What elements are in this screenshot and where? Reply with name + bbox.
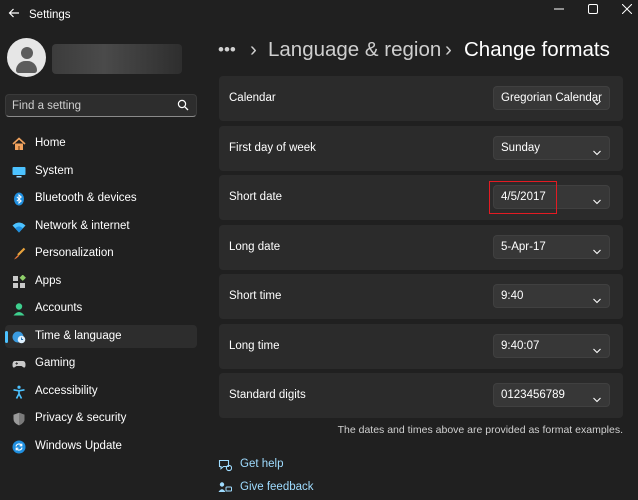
search-box[interactable] [5,94,197,117]
search-input[interactable] [12,98,172,113]
sidebar-item-network[interactable]: Network & internet [5,215,197,238]
breadcrumb-chevron-icon: › [250,38,257,61]
sidebar-item-label: Bluetooth & devices [35,192,137,204]
sidebar-item-gaming[interactable]: Gaming [5,352,197,375]
close-button[interactable] [616,3,638,17]
dropdown-value: Gregorian Calendar [501,92,603,104]
accessibility-icon [12,385,26,399]
avatar-head-shape [20,47,33,59]
chevron-down-icon [593,145,601,156]
format-examples-note: The dates and times above are provided a… [337,424,623,436]
search-icon[interactable] [177,99,189,111]
sidebar-item-home[interactable]: Home [5,132,197,155]
breadcrumb-chevron-icon: › [445,38,452,61]
sidebar-item-label: Privacy & security [35,412,127,424]
sidebar-item-time-language[interactable]: Time & language [5,324,197,348]
setting-row-calendar: Calendar Gregorian Calendar [219,76,623,121]
avatar-body-shape [16,61,37,73]
sidebar-nav: Home System Bluetooth & devices Network … [5,132,197,462]
setting-row-short-time: Short time 9:40 [219,274,623,319]
sidebar-item-apps[interactable]: Apps [5,270,197,293]
apps-icon [12,274,26,289]
sidebar-item-label: Home [35,137,66,149]
long-time-dropdown[interactable]: 9:40:07 [493,334,610,358]
give-feedback-label[interactable]: Give feedback [240,481,314,493]
setting-row-long-date: Long date 5-Apr-17 [219,225,623,270]
chevron-down-icon [593,95,601,106]
breadcrumb-link-language-region[interactable]: Language & region [268,36,441,64]
home-icon [12,137,26,151]
short-time-dropdown[interactable]: 9:40 [493,284,610,308]
chevron-down-icon [593,244,601,255]
calendar-dropdown[interactable]: Gregorian Calendar [493,86,610,110]
sidebar-item-privacy[interactable]: Privacy & security [5,407,197,430]
setting-label: Short time [229,290,282,302]
system-icon [12,165,26,179]
chevron-down-icon [593,392,601,403]
setting-row-short-date: Short date 4/5/2017 [219,175,623,220]
setting-row-first-day-of-week: First day of week Sunday [219,126,623,171]
dropdown-value: 0123456789 [501,389,565,401]
accounts-icon [12,302,26,316]
minimize-button[interactable] [548,3,570,17]
get-help-label[interactable]: Get help [240,458,283,470]
setting-label: Standard digits [229,389,306,401]
breadcrumb-overflow-button[interactable]: ••• [218,36,236,64]
setting-row-long-time: Long time 9:40:07 [219,324,623,369]
sidebar-item-personalization[interactable]: Personalization [5,242,197,265]
standard-digits-dropdown[interactable]: 0123456789 [493,383,610,407]
app-title: Settings [29,9,71,21]
sidebar-item-label: Personalization [35,247,114,259]
sidebar-item-label: Time & language [35,329,122,342]
sidebar-item-label: Network & internet [35,219,130,232]
update-icon [12,440,26,454]
dropdown-value: 5-Apr-17 [501,241,546,253]
shield-icon [12,412,26,426]
sidebar-item-label: Accessibility [35,384,98,397]
setting-label: Long date [229,241,281,253]
chevron-down-icon [593,343,601,354]
feedback-icon [218,481,232,495]
sidebar-item-label: Accounts [35,302,83,314]
sidebar-item-label: Apps [35,274,62,287]
setting-label: Long time [229,340,280,352]
sidebar-item-windows-update[interactable]: Windows Update [5,435,197,458]
maximize-button[interactable] [582,3,604,17]
wifi-icon [12,220,26,234]
setting-label: Short date [229,191,283,203]
sidebar-item-system[interactable]: System [5,160,197,183]
sidebar-item-label: Gaming [35,357,76,369]
page-title: Change formats [464,38,610,61]
setting-label: Calendar [229,92,276,104]
sidebar-item-bluetooth[interactable]: Bluetooth & devices [5,187,197,210]
long-date-dropdown[interactable]: 5-Apr-17 [493,235,610,259]
brush-icon [12,247,26,261]
setting-label: First day of week [229,142,316,154]
blurred-account-name [52,44,182,74]
title-bar: Settings [0,0,638,30]
first-day-of-week-dropdown[interactable]: Sunday [493,136,610,160]
setting-row-standard-digits: Standard digits 0123456789 [219,373,623,418]
avatar[interactable] [7,38,46,77]
highlight-box [489,181,557,214]
bluetooth-icon [12,192,26,206]
sidebar-item-accessibility[interactable]: Accessibility [5,380,197,403]
clock-globe-icon [12,330,26,344]
sidebar-item-label: Windows Update [35,439,122,452]
help-icon [218,458,233,472]
chevron-down-icon [593,194,601,205]
back-arrow-icon[interactable] [6,7,22,23]
chevron-down-icon [593,293,601,304]
sidebar-item-label: System [35,164,74,177]
dropdown-value: Sunday [501,142,541,154]
dropdown-value: 9:40:07 [501,340,540,352]
sidebar-item-accounts[interactable]: Accounts [5,297,197,320]
gamepad-icon [12,357,26,371]
dropdown-value: 9:40 [501,290,524,302]
